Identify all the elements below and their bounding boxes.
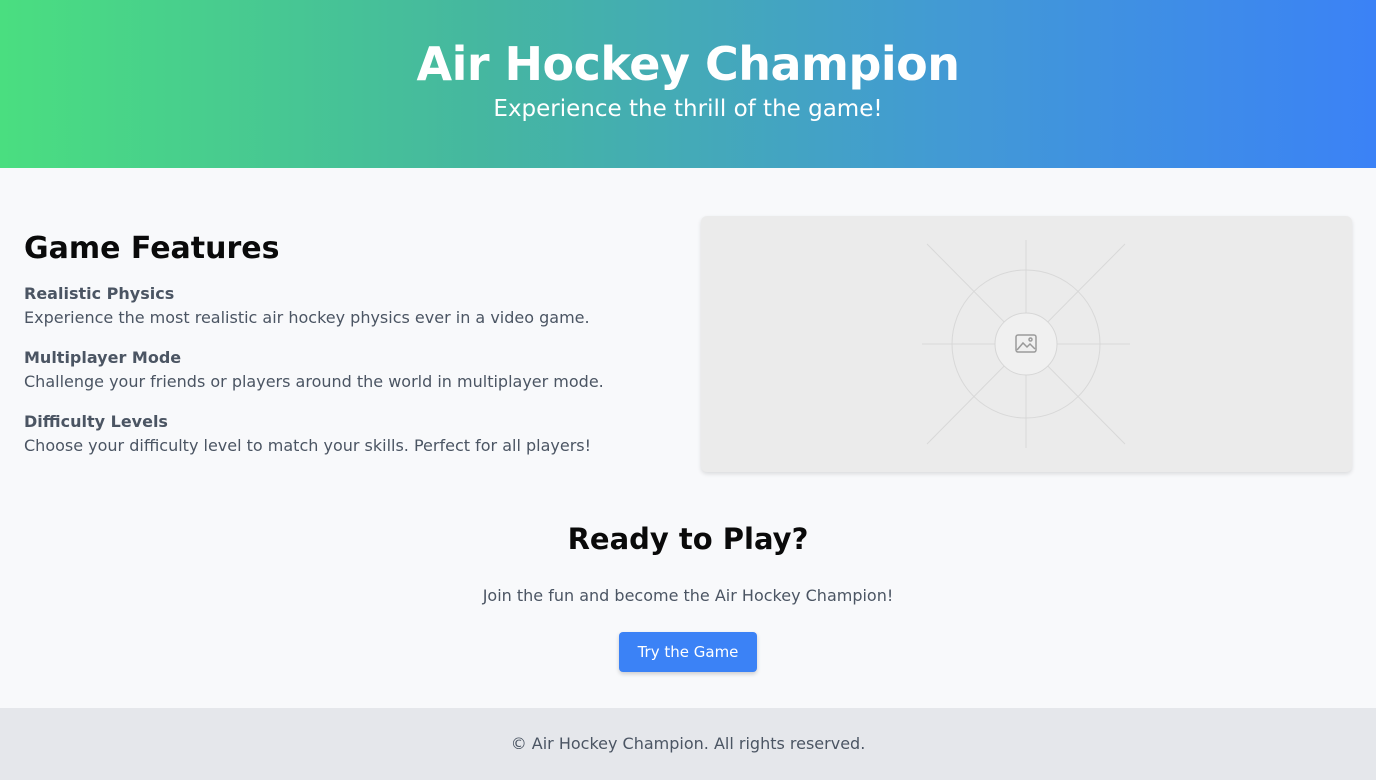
feature-description: Experience the most realistic air hockey…	[24, 308, 590, 327]
feature-description: Choose your difficulty level to match yo…	[24, 436, 592, 455]
page-title: Air Hockey Champion	[416, 37, 960, 91]
game-image-placeholder	[701, 216, 1352, 472]
feature-item: Multiplayer Mode Challenge your friends …	[24, 346, 664, 394]
page-subtitle: Experience the thrill of the game!	[493, 96, 883, 122]
feature-title: Multiplayer Mode	[24, 348, 182, 367]
footer-copyright: © Air Hockey Champion. All rights reserv…	[510, 734, 866, 753]
feature-title: Realistic Physics	[24, 284, 175, 303]
cta-heading: Ready to Play?	[567, 522, 809, 556]
cta-text: Join the fun and become the Air Hockey C…	[482, 586, 894, 605]
feature-title: Difficulty Levels	[24, 412, 168, 431]
main-content: Game Features Realistic Physics Experien…	[0, 168, 1376, 708]
feature-item: Realistic Physics Experience the most re…	[24, 282, 664, 330]
try-game-button[interactable]: Try the Game	[619, 632, 757, 672]
call-to-action: Ready to Play? Join the fun and become t…	[0, 520, 1376, 672]
features-heading: Game Features	[24, 231, 280, 266]
feature-item: Difficulty Levels Choose your difficulty…	[24, 410, 664, 458]
footer: © Air Hockey Champion. All rights reserv…	[0, 708, 1376, 780]
image-placeholder-graphic	[922, 240, 1130, 448]
features-section: Game Features Realistic Physics Experien…	[24, 230, 664, 474]
feature-description: Challenge your friends or players around…	[24, 372, 604, 391]
hero-banner: Air Hockey Champion Experience the thril…	[0, 0, 1376, 168]
